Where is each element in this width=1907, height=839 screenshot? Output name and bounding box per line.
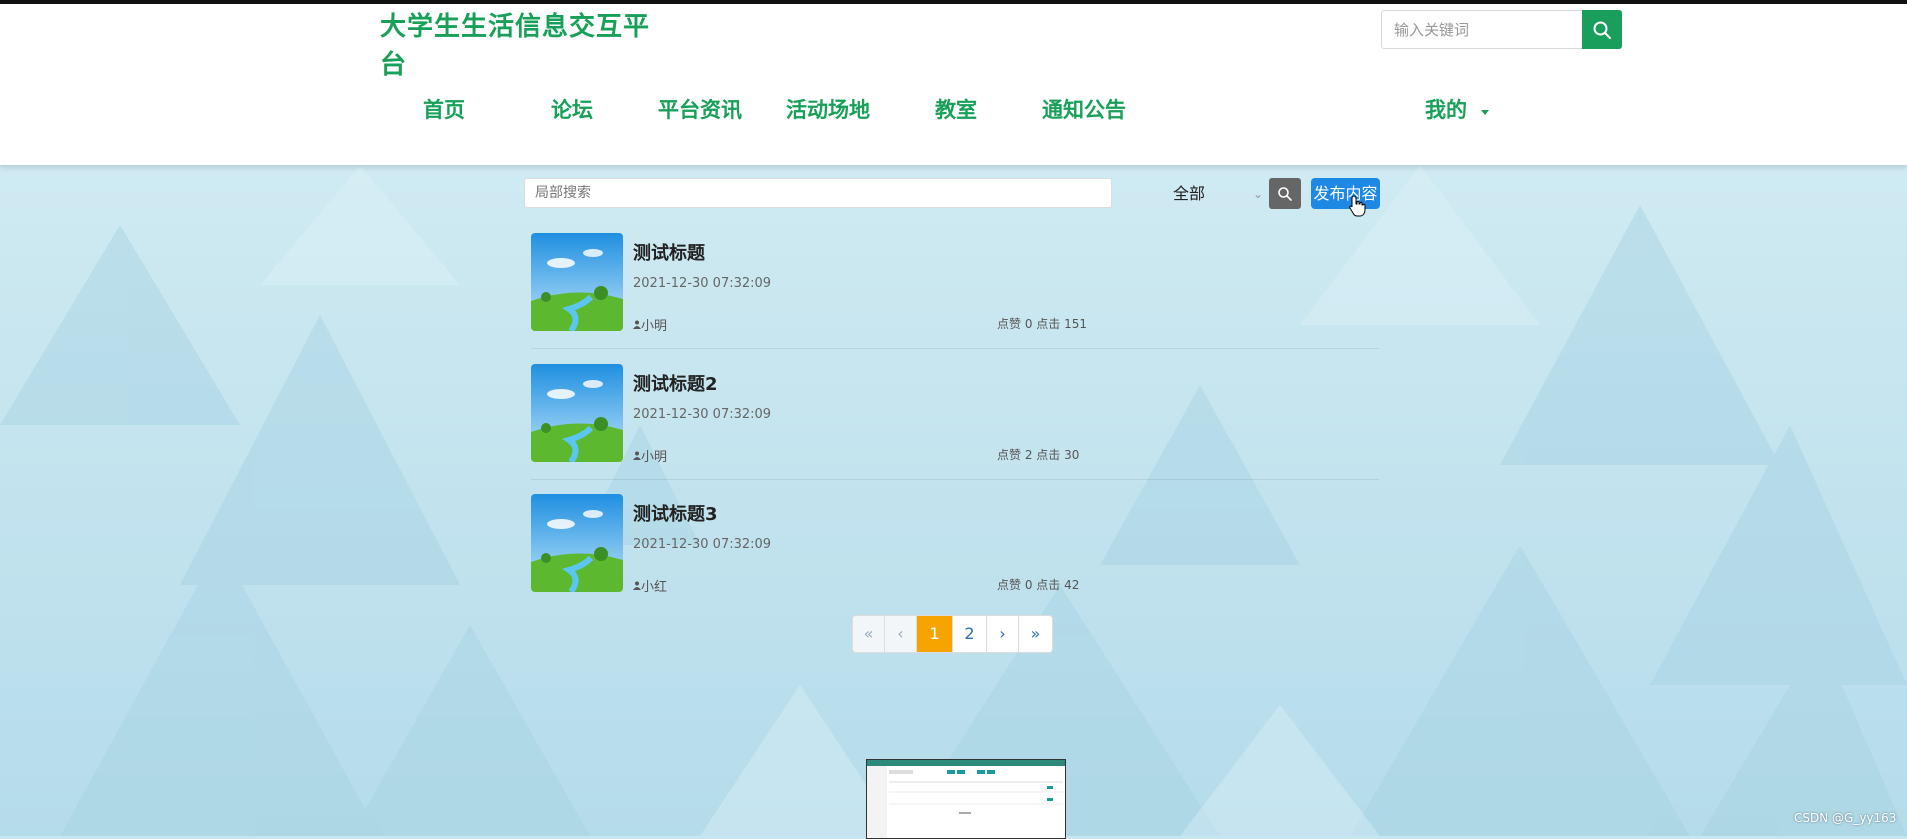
page-next-button[interactable]: ›: [987, 616, 1019, 652]
user-icon: [633, 581, 641, 590]
hand-cursor-icon: [1349, 195, 1366, 217]
user-icon: [633, 320, 641, 329]
publish-button[interactable]: 发布内容: [1311, 178, 1380, 209]
nav-home[interactable]: 首页: [423, 90, 465, 130]
nav-venues[interactable]: 活动场地: [786, 90, 870, 130]
nav-me-dropdown[interactable]: 我的: [1425, 90, 1467, 130]
post-author: 小红: [633, 576, 667, 595]
post-date: 2021-12-30 07:32:09: [633, 276, 772, 291]
post-author: 小明: [633, 446, 667, 465]
pagination: « ‹ 1 2 › »: [852, 615, 1053, 653]
post-author-name: 小红: [641, 580, 668, 595]
local-search-box: [524, 178, 1112, 208]
watermark: CSDN @G_yy163: [1794, 811, 1897, 825]
user-icon: [633, 451, 641, 460]
post-author-name: 小明: [641, 450, 668, 465]
post-date: 2021-12-30 07:32:09: [633, 407, 772, 422]
page-last-button[interactable]: »: [1019, 616, 1052, 652]
header-search-input[interactable]: [1382, 11, 1596, 48]
search-icon: [1593, 21, 1611, 39]
local-search-input[interactable]: [525, 179, 1105, 207]
page-1-button[interactable]: 1: [917, 616, 953, 652]
nav-forum[interactable]: 论坛: [551, 90, 593, 130]
post-item[interactable]: 测试标题2 2021-12-30 07:32:09 小明 点赞 2 点击 30: [531, 364, 1379, 480]
post-title[interactable]: 测试标题: [633, 239, 705, 265]
category-select[interactable]: 全部 ⌄: [1173, 182, 1263, 206]
search-icon: [1278, 186, 1292, 201]
nav-classroom[interactable]: 教室: [935, 90, 977, 130]
embedded-screenshot-thumbnail: [866, 759, 1066, 839]
page-prev-button[interactable]: ‹: [885, 616, 917, 652]
post-title[interactable]: 测试标题2: [633, 370, 718, 396]
post-stats: 点赞 2 点击 30: [997, 448, 1080, 462]
post-item[interactable]: 测试标题 2021-12-30 07:32:09 小明 点赞 0 点击 151: [531, 233, 1379, 349]
page-first-button[interactable]: «: [853, 616, 885, 652]
post-author: 小明: [633, 315, 667, 334]
post-date: 2021-12-30 07:32:09: [633, 537, 772, 552]
page-2-button[interactable]: 2: [953, 616, 987, 652]
post-title[interactable]: 测试标题3: [633, 500, 718, 526]
header-search-button[interactable]: [1582, 10, 1622, 49]
post-stats: 点赞 0 点击 151: [997, 317, 1087, 331]
post-thumbnail[interactable]: [531, 494, 623, 592]
local-search-button[interactable]: [1269, 178, 1301, 209]
post-thumbnail[interactable]: [531, 364, 623, 462]
chevron-down-icon: ⌄: [1253, 187, 1264, 201]
nav-news[interactable]: 平台资讯: [658, 90, 742, 130]
caret-down-icon[interactable]: [1481, 110, 1489, 115]
post-item[interactable]: 测试标题3 2021-12-30 07:32:09 小红 点赞 0 点击 42: [531, 494, 1379, 609]
post-author-name: 小明: [641, 319, 668, 334]
post-thumbnail[interactable]: [531, 233, 623, 331]
nav-notices[interactable]: 通知公告: [1042, 90, 1126, 130]
category-select-value: 全部: [1173, 184, 1206, 203]
site-title[interactable]: 大学生生活信息交互平台: [380, 8, 650, 84]
post-stats: 点赞 0 点击 42: [997, 578, 1080, 592]
